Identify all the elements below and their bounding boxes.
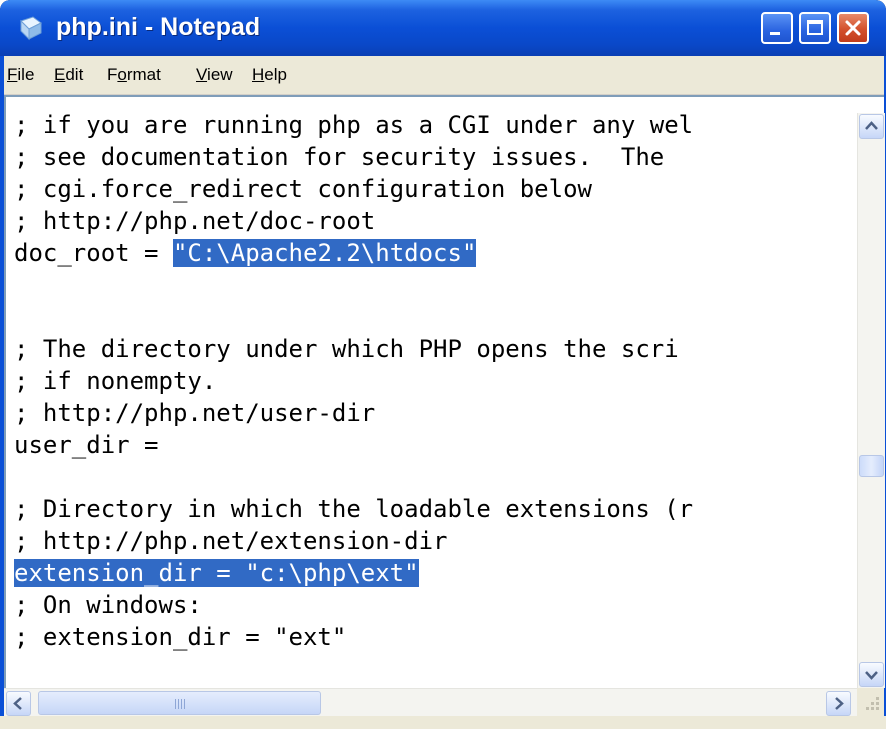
text-line: ; cgi.force_redirect configuration below bbox=[14, 175, 592, 203]
menu-bar: File Edit Format View Help bbox=[4, 56, 884, 95]
maximize-icon bbox=[807, 20, 823, 35]
text-line: ; On windows: bbox=[14, 591, 202, 619]
horizontal-scrollbar[interactable] bbox=[4, 688, 857, 717]
scroll-up-icon bbox=[865, 121, 878, 130]
text-line: ; http://php.net/extension-dir bbox=[14, 527, 448, 555]
title-bar[interactable]: php.ini - Notepad bbox=[0, 0, 886, 56]
scroll-left-button[interactable] bbox=[6, 691, 31, 716]
minimize-icon bbox=[770, 32, 780, 35]
scroll-down-icon bbox=[865, 671, 878, 680]
size-grip[interactable] bbox=[857, 688, 884, 716]
scroll-right-button[interactable] bbox=[826, 691, 851, 716]
minimize-button[interactable] bbox=[761, 12, 793, 44]
selected-text: "C:\Apache2.2\htdocs" bbox=[172, 239, 477, 267]
close-icon bbox=[845, 20, 861, 36]
vertical-scroll-thumb[interactable] bbox=[859, 455, 884, 477]
menu-file[interactable]: File bbox=[7, 65, 34, 85]
text-line: ; see documentation for security issues.… bbox=[14, 143, 679, 171]
text-line: ; The directory under which PHP opens th… bbox=[14, 335, 679, 363]
selected-text: extension_dir = "c:\php\ext" bbox=[14, 559, 419, 587]
window-border-bottom[interactable] bbox=[0, 716, 886, 729]
menu-help[interactable]: Help bbox=[252, 65, 287, 85]
text-line: ; extension_dir = "ext" bbox=[14, 623, 347, 651]
text-line: user_dir = bbox=[14, 431, 159, 459]
maximize-button[interactable] bbox=[799, 12, 831, 44]
menu-format[interactable]: Format bbox=[107, 65, 161, 85]
notepad-icon[interactable] bbox=[17, 15, 43, 41]
doc-root-key: doc_root = bbox=[14, 239, 173, 267]
text-line: ; http://php.net/doc-root bbox=[14, 207, 376, 235]
notepad-window: php.ini - Notepad File Edit Format View … bbox=[0, 0, 886, 729]
text-line: ; if nonempty. bbox=[14, 367, 217, 395]
text-content[interactable]: ; if you are running php as a CGI under … bbox=[4, 110, 856, 688]
close-button[interactable] bbox=[837, 12, 869, 44]
menu-edit[interactable]: Edit bbox=[54, 65, 83, 85]
menu-view[interactable]: View bbox=[196, 65, 233, 85]
text-line: ; if you are running php as a CGI under … bbox=[14, 111, 694, 139]
scroll-right-icon bbox=[835, 697, 844, 710]
size-grip-icon bbox=[866, 697, 879, 710]
grip-icon bbox=[175, 699, 187, 709]
scroll-left-icon bbox=[13, 697, 22, 710]
text-line: ; Directory in which the loadable extens… bbox=[14, 495, 694, 523]
horizontal-scroll-thumb[interactable] bbox=[38, 691, 321, 715]
text-line-doc-root: doc_root = "C:\Apache2.2\htdocs" bbox=[14, 238, 477, 268]
text-line: ; http://php.net/user-dir bbox=[14, 399, 376, 427]
vertical-scrollbar[interactable] bbox=[857, 113, 885, 688]
text-line-extension-dir: extension_dir = "c:\php\ext" bbox=[14, 558, 419, 588]
scroll-down-button[interactable] bbox=[859, 662, 884, 687]
window-title: php.ini - Notepad bbox=[56, 13, 261, 41]
scroll-up-button[interactable] bbox=[859, 114, 884, 139]
